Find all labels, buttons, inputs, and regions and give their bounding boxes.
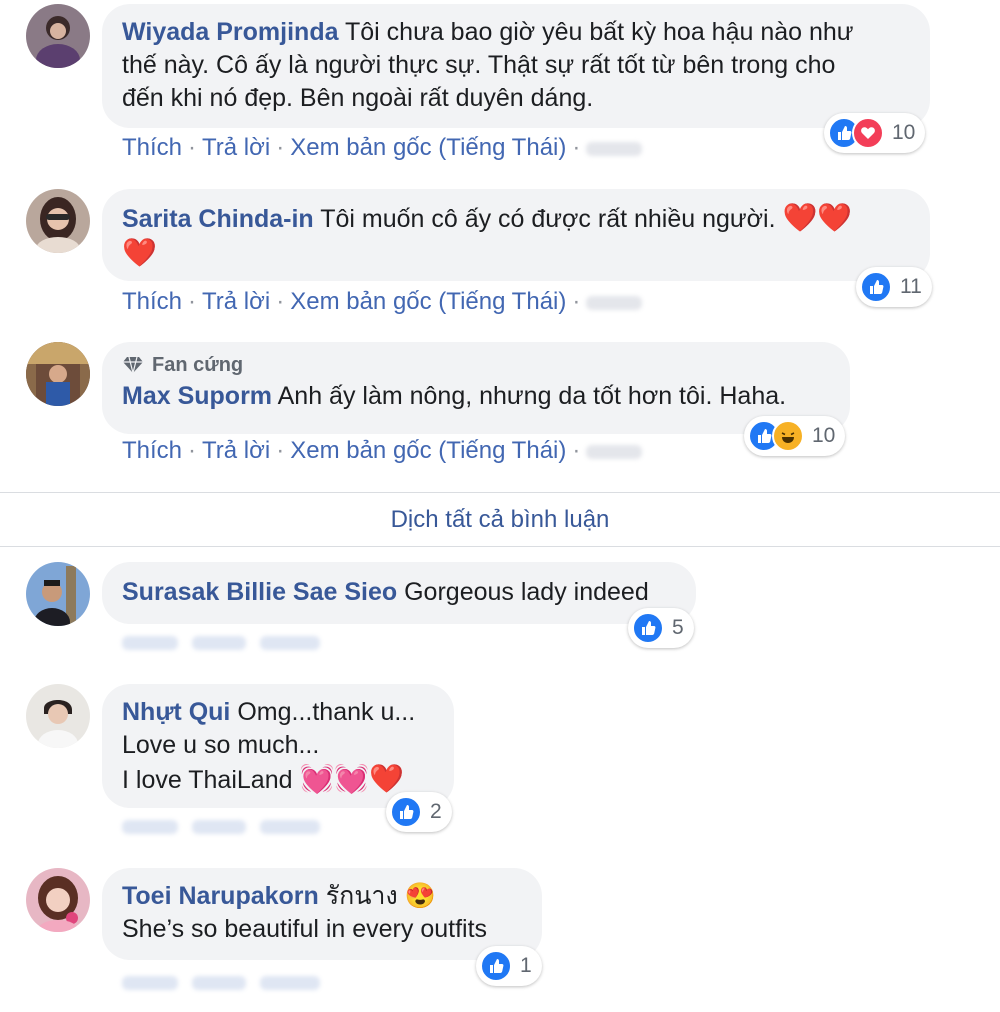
- separator: ·: [276, 288, 285, 315]
- separator: ·: [276, 437, 285, 464]
- like-icon: [480, 950, 512, 982]
- avatar[interactable]: [26, 684, 90, 748]
- reply-link[interactable]: Trả lời: [202, 288, 270, 315]
- separator: ·: [572, 437, 581, 464]
- reaction-count: 11: [900, 275, 922, 298]
- comment-bubble: Toei Narupakorn รักนาง 😍 She’s so beauti…: [102, 868, 542, 960]
- comment-author[interactable]: Surasak Billie Sae Sieo: [122, 578, 397, 606]
- translate-all-link[interactable]: Dịch tất cả bình luận: [0, 492, 1000, 547]
- comment-text: Tôi chưa bao giờ yêu bất kỳ hoa hậu nào …: [345, 18, 854, 46]
- see-original-link[interactable]: Xem bản gốc (Tiếng Thái): [290, 288, 566, 315]
- timestamp-blurred: [586, 295, 643, 310]
- reaction-summary[interactable]: 10: [744, 416, 846, 456]
- heart-emoji: 💓💓❤️: [299, 763, 405, 794]
- like-link[interactable]: Thích: [122, 134, 182, 161]
- comment-author[interactable]: Toei Narupakorn: [122, 882, 319, 910]
- avatar[interactable]: [26, 4, 90, 68]
- comment-text: Omg...thank u...: [237, 698, 416, 726]
- haha-icon: [772, 420, 804, 452]
- reaction-count: 5: [672, 616, 684, 639]
- like-link[interactable]: Thích: [122, 437, 182, 464]
- separator: ·: [188, 134, 197, 161]
- see-original-link[interactable]: Xem bản gốc (Tiếng Thái): [290, 134, 566, 161]
- comment-text: I love ThaiLand: [122, 766, 293, 794]
- comment-author[interactable]: Max Suporm: [122, 382, 272, 410]
- timestamp-blurred: [586, 141, 643, 156]
- comment-text: thế này. Cô ấy là người thực sự. Thật sự…: [122, 51, 836, 79]
- comment-author[interactable]: Wiyada Promjinda: [122, 18, 339, 46]
- comment-bubble: Sarita Chinda-in Tôi muốn cô ấy có được …: [102, 189, 930, 281]
- reaction-summary[interactable]: 2: [386, 792, 452, 832]
- reaction-summary[interactable]: 1: [476, 946, 542, 986]
- comment-bubble: Surasak Billie Sae Sieo Gorgeous lady in…: [102, 562, 696, 624]
- comment-text: Gorgeous lady indeed: [404, 578, 649, 606]
- like-link[interactable]: Thích: [122, 288, 182, 315]
- timestamp-blurred: [586, 444, 643, 459]
- reaction-count: 10: [812, 424, 836, 447]
- top-fan-badge: Fan cứng: [122, 352, 830, 378]
- diamond-icon: [123, 356, 143, 374]
- comment-actions: Thích · Trả lời · Xem bản gốc (Tiếng Thái) ·: [122, 437, 643, 465]
- comment-actions: Thích · Trả lời · Xem bản gốc (Tiếng Thái) ·: [122, 288, 643, 316]
- see-original-link[interactable]: Xem bản gốc (Tiếng Thái): [290, 437, 566, 464]
- comment-text: Anh ấy làm nông, nhưng da tốt hơn tôi. H…: [277, 382, 787, 410]
- separator: ·: [188, 437, 197, 464]
- avatar[interactable]: [26, 342, 90, 406]
- reply-link[interactable]: Trả lời: [202, 134, 270, 161]
- badge-label: Fan cứng: [152, 354, 244, 376]
- avatar[interactable]: [26, 868, 90, 932]
- comment-text: Tôi muốn cô ấy có được rất nhiều người.: [320, 205, 776, 233]
- comment-actions: Thích · Trả lời · Xem bản gốc (Tiếng Thái) ·: [122, 134, 643, 162]
- like-icon: [632, 612, 664, 644]
- avatar[interactable]: [26, 562, 90, 626]
- actions-blurred: [122, 976, 320, 990]
- comment-text: She’s so beautiful in every outfits: [122, 915, 488, 943]
- comment-text: รักนาง: [325, 882, 398, 910]
- separator: ·: [572, 134, 581, 161]
- like-icon: [390, 796, 422, 828]
- reply-link[interactable]: Trả lời: [202, 437, 270, 464]
- actions-blurred: [122, 636, 320, 650]
- comment-text: đến khi nó đẹp. Bên ngoài rất duyên dáng…: [122, 84, 594, 112]
- like-icon: [860, 271, 892, 303]
- comment-author[interactable]: Nhựt Qui: [122, 698, 230, 726]
- reaction-count: 1: [520, 954, 532, 977]
- comment-bubble: Nhựt Qui Omg...thank u... Love u so much…: [102, 684, 454, 808]
- reaction-summary[interactable]: 11: [856, 267, 932, 307]
- separator: ·: [572, 288, 581, 315]
- separator: ·: [276, 134, 285, 161]
- comment-author[interactable]: Sarita Chinda-in: [122, 205, 314, 233]
- heart-emoji: ❤️: [122, 237, 157, 268]
- comment-bubble: Wiyada Promjinda Tôi chưa bao giờ yêu bấ…: [102, 4, 930, 128]
- reaction-summary[interactable]: 5: [628, 608, 694, 648]
- comment-text: Love u so much...: [122, 731, 320, 759]
- separator: ·: [188, 288, 197, 315]
- reaction-summary[interactable]: 10: [824, 113, 926, 153]
- reaction-count: 10: [892, 121, 916, 144]
- reaction-count: 2: [430, 800, 442, 823]
- heart-emoji: ❤️❤️: [782, 202, 853, 233]
- heart-eyes-emoji: 😍: [404, 882, 436, 910]
- avatar[interactable]: [26, 189, 90, 253]
- love-icon: [852, 117, 884, 149]
- actions-blurred: [122, 820, 320, 834]
- comment-bubble: Fan cứng Max Suporm Anh ấy làm nông, như…: [102, 342, 850, 434]
